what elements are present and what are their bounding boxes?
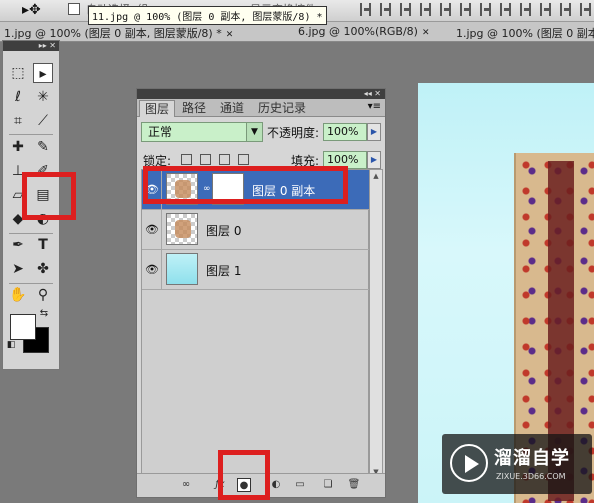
panel-tabs: 图层 路径 通道 历史记录 ▾≡ bbox=[137, 99, 385, 117]
highlight-add-mask-button bbox=[218, 450, 270, 500]
align-icons bbox=[360, 3, 594, 16]
watermark-title: 溜溜自学 bbox=[494, 448, 570, 469]
lock-all-icon[interactable] bbox=[238, 154, 249, 165]
toolbox-header[interactable]: ▸▸ ✕ bbox=[3, 41, 59, 51]
panel-menu-icon[interactable]: ▾≡ bbox=[368, 101, 381, 112]
lock-icons bbox=[181, 154, 249, 165]
move-tool-icon[interactable]: ▸ bbox=[33, 63, 53, 83]
adjustment-layer-icon[interactable]: ◐ bbox=[269, 478, 283, 492]
scroll-up-icon[interactable]: ▲ bbox=[371, 171, 381, 181]
tab-doc-2[interactable]: 6.jpg @ 100%(RGB/8) ✕ bbox=[294, 24, 444, 42]
blend-mode-value: 正常 bbox=[148, 125, 173, 139]
align-right-icon[interactable] bbox=[460, 3, 471, 16]
path-select-icon[interactable]: ➤ bbox=[8, 259, 28, 279]
brush-tool-icon[interactable]: ✎ bbox=[33, 137, 53, 157]
document-tabs: 1.jpg @ 100% (图层 0 副本, 图层蒙版/8) * ✕ 6.jpg … bbox=[0, 22, 594, 42]
default-colors-icon[interactable]: ◧ bbox=[5, 339, 17, 351]
layer-thumbnail bbox=[166, 253, 198, 285]
tab-doc-3[interactable]: 1.jpg @ 100% (图层 0 副本 bbox=[452, 24, 594, 42]
auto-select-checkbox[interactable] bbox=[68, 3, 80, 15]
crop-tool-icon[interactable]: ⌗ bbox=[8, 111, 28, 131]
pen-tool-icon[interactable]: ✒ bbox=[8, 235, 28, 255]
type-tool-icon[interactable]: T bbox=[33, 235, 53, 255]
close-icon[interactable]: ✕ bbox=[422, 28, 430, 38]
eye-icon[interactable]: 👁 bbox=[144, 263, 160, 276]
layer-row-0[interactable]: 👁 图层 0 bbox=[142, 210, 370, 250]
tab-label: 6.jpg @ 100%(RGB/8) bbox=[298, 25, 418, 38]
toolbox-divider bbox=[9, 134, 53, 135]
link-layers-icon[interactable]: ∞ bbox=[179, 478, 193, 492]
hand-tool-icon[interactable]: ✋ bbox=[8, 285, 28, 305]
layer-row-1[interactable]: 👁 图层 1 bbox=[142, 250, 370, 290]
tab-paths[interactable]: 路径 bbox=[177, 100, 211, 117]
align-left-icon[interactable] bbox=[420, 3, 431, 16]
tab-channels[interactable]: 通道 bbox=[215, 100, 249, 117]
lock-pixels-icon[interactable] bbox=[200, 154, 211, 165]
toolbox-divider bbox=[9, 283, 53, 284]
move-tool-icon[interactable]: ▸✥ bbox=[22, 2, 41, 18]
group-folder-icon[interactable]: ▭ bbox=[293, 478, 307, 492]
tab-label: 1.jpg @ 100% (图层 0 副本, 图层蒙版/8) * bbox=[4, 27, 222, 40]
healing-brush-icon[interactable]: ✚ bbox=[8, 137, 28, 157]
lock-position-icon[interactable] bbox=[219, 154, 230, 165]
watermark-subtitle: ZIXUE.3D66.COM bbox=[496, 472, 566, 481]
tab-layers[interactable]: 图层 bbox=[139, 100, 176, 117]
opacity-field[interactable]: 100% bbox=[323, 123, 367, 141]
layer-list: 👁 ∞ 图层 0 副本 👁 图层 0 👁 图层 1 bbox=[141, 169, 370, 479]
tab-tooltip: 11.jpg @ 100% (图层 0 副本, 图层蒙版/8) * bbox=[88, 6, 327, 25]
panel-header[interactable]: ◂◂ ✕ bbox=[137, 89, 385, 99]
toolbox-divider bbox=[9, 233, 53, 234]
layer-name: 图层 1 bbox=[206, 264, 242, 278]
align-bottom-icon[interactable] bbox=[400, 3, 411, 16]
highlight-mask-layer bbox=[143, 166, 348, 204]
layer-thumbnail bbox=[166, 213, 198, 245]
align-top-icon[interactable] bbox=[360, 3, 371, 16]
distribute-right-icon[interactable] bbox=[580, 3, 591, 16]
opacity-label: 不透明度: bbox=[267, 126, 320, 140]
eyedropper-icon[interactable]: ⟋ bbox=[33, 111, 53, 131]
watermark-logo: 溜溜自学 ZIXUE.3D66.COM bbox=[442, 434, 592, 494]
align-hcenter-icon[interactable] bbox=[440, 3, 451, 16]
play-logo-icon bbox=[450, 444, 488, 482]
zoom-tool-icon[interactable]: ⚲ bbox=[33, 285, 53, 305]
blend-opacity-row: 正常 ▼ 不透明度: 100% ▶ bbox=[141, 122, 381, 142]
new-layer-icon[interactable]: ❏ bbox=[321, 478, 335, 492]
distribute-hcenter-icon[interactable] bbox=[560, 3, 571, 16]
eye-icon[interactable]: 👁 bbox=[144, 223, 160, 236]
delete-layer-icon[interactable]: 🗑 bbox=[347, 478, 361, 492]
lock-transparent-icon[interactable] bbox=[181, 154, 192, 165]
layer-scrollbar[interactable]: ▲ ▼ bbox=[369, 169, 383, 479]
distribute-top-icon[interactable] bbox=[480, 3, 491, 16]
swap-colors-icon[interactable]: ⇆ bbox=[37, 307, 51, 321]
distribute-left-icon[interactable] bbox=[540, 3, 551, 16]
blend-mode-select[interactable]: 正常 ▼ bbox=[141, 122, 263, 142]
fill-stepper-icon[interactable]: ▶ bbox=[367, 151, 381, 169]
distribute-vcenter-icon[interactable] bbox=[500, 3, 511, 16]
layers-panel: ◂◂ ✕ 图层 路径 通道 历史记录 ▾≡ 正常 ▼ 不透明度: 100% ▶ … bbox=[136, 88, 386, 498]
layer-name: 图层 0 bbox=[206, 224, 242, 238]
opacity-stepper-icon[interactable]: ▶ bbox=[367, 123, 381, 141]
highlight-gradient-tool bbox=[22, 172, 76, 220]
close-icon[interactable]: ✕ bbox=[226, 30, 234, 40]
tab-history[interactable]: 历史记录 bbox=[253, 100, 311, 117]
lasso-tool-icon[interactable]: ℓ bbox=[8, 87, 28, 107]
marquee-tool-icon[interactable]: ⬚ bbox=[8, 63, 28, 83]
tab-label: 1.jpg @ 100% (图层 0 副本 bbox=[456, 27, 594, 40]
align-vcenter-icon[interactable] bbox=[380, 3, 391, 16]
distribute-bottom-icon[interactable] bbox=[520, 3, 531, 16]
custom-shape-icon[interactable]: ✤ bbox=[33, 259, 53, 279]
magic-wand-icon[interactable]: ✳ bbox=[33, 87, 53, 107]
chevron-down-icon: ▼ bbox=[246, 123, 262, 141]
foreground-color-swatch[interactable] bbox=[10, 314, 36, 340]
